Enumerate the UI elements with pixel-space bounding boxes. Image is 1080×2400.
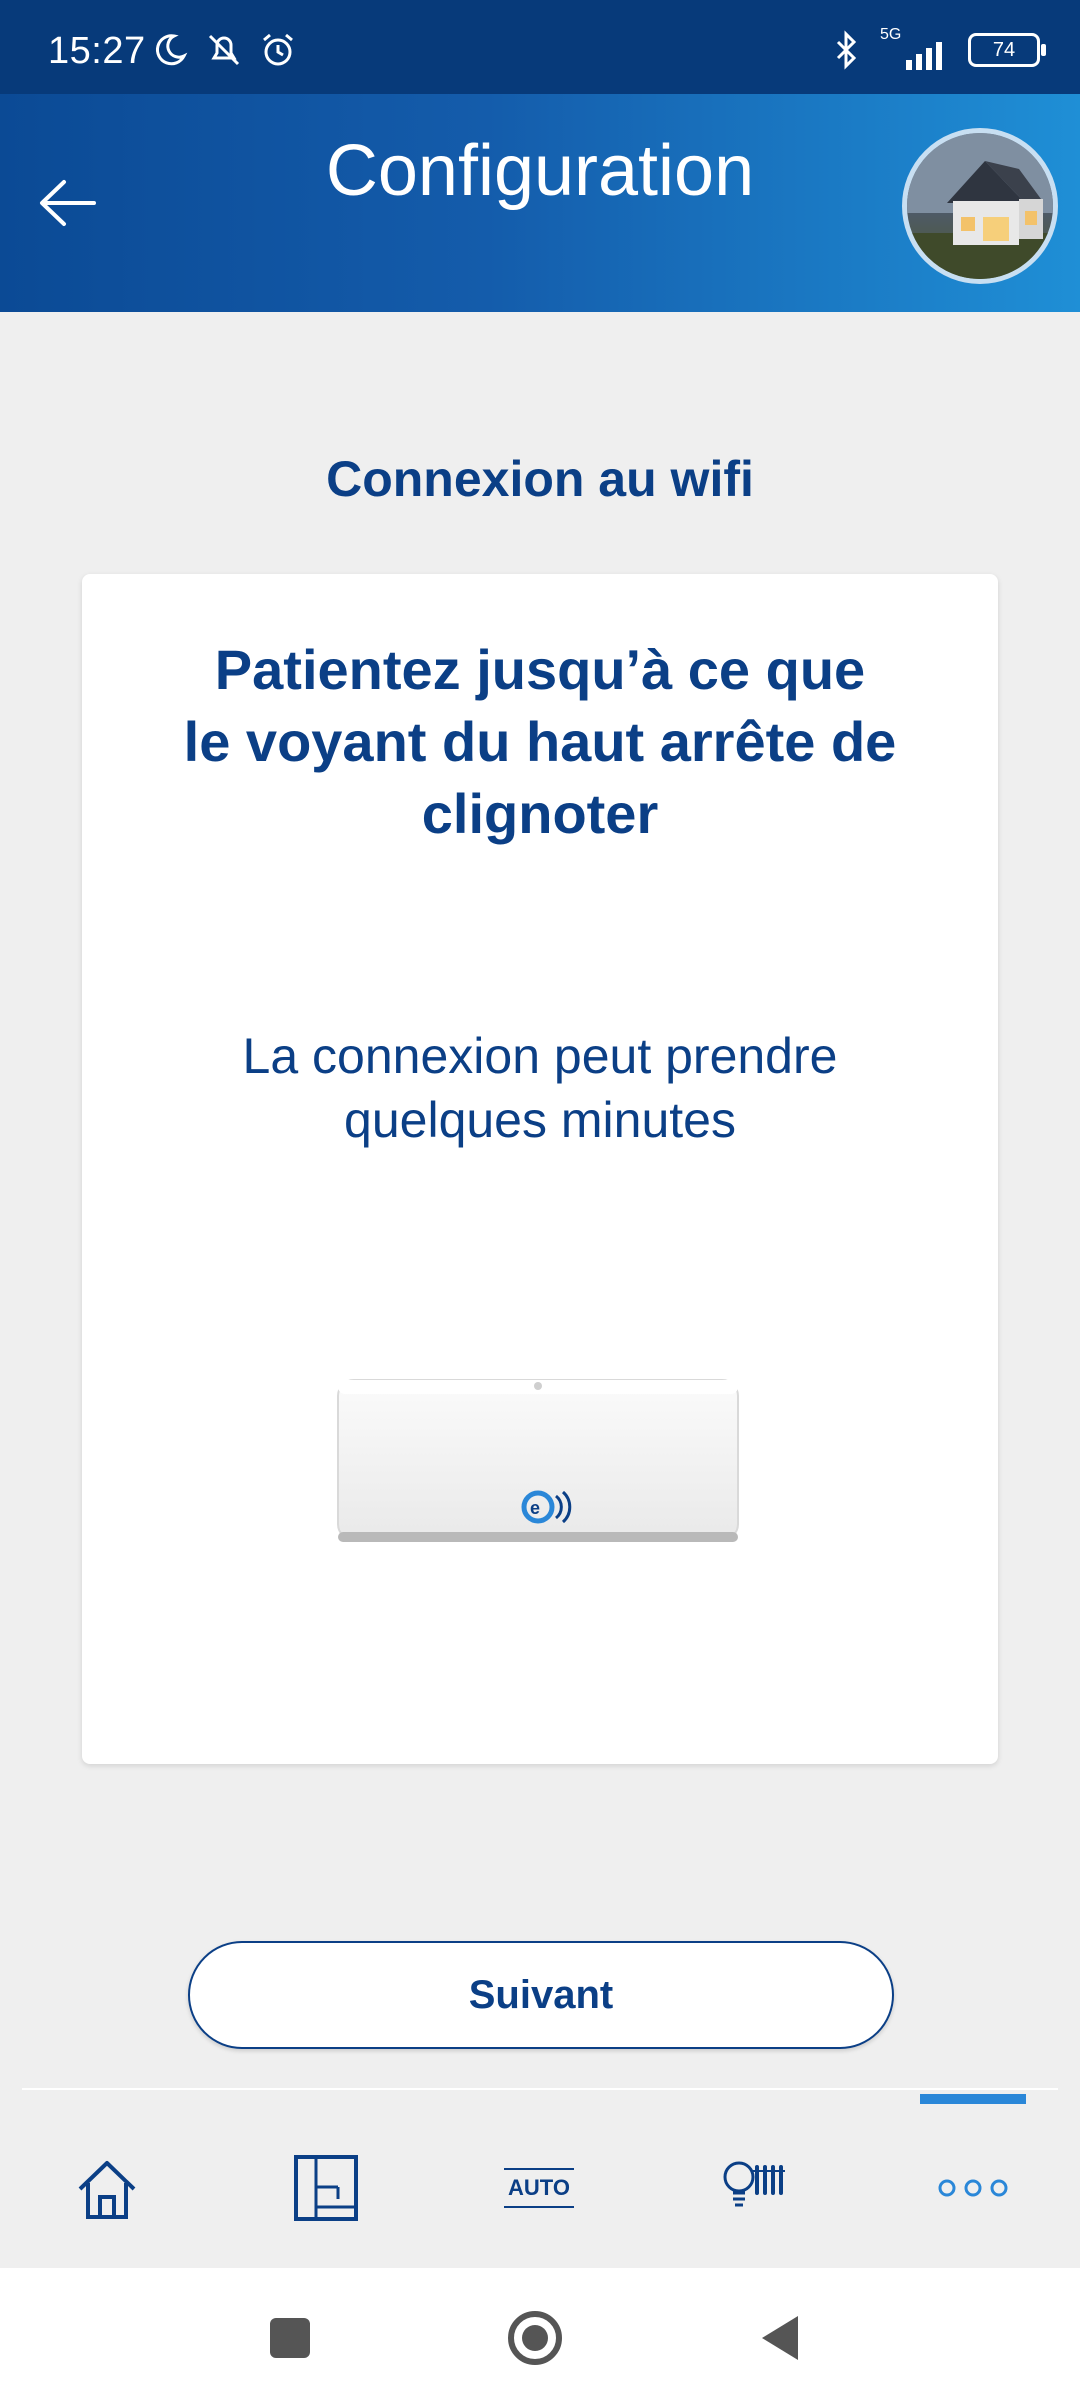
- bluetooth-icon: [836, 30, 857, 70]
- status-bar: 15:27 5G 74: [0, 0, 1080, 94]
- wifi-box-device-image: e: [337, 1379, 739, 1542]
- back-triangle-icon[interactable]: [752, 2308, 812, 2368]
- active-tab-indicator: [920, 2094, 1026, 2104]
- alarm-clock-icon: [263, 33, 293, 66]
- nav-floorplan[interactable]: [280, 2148, 370, 2228]
- signal-5g-indicator: 5G: [880, 26, 950, 70]
- status-time: 15:27: [48, 30, 146, 72]
- recents-square-icon[interactable]: [260, 2308, 320, 2368]
- system-nav-bar: [0, 2268, 1080, 2400]
- nav-more[interactable]: [928, 2148, 1018, 2228]
- signal-bars-icon: [906, 42, 942, 70]
- lighting-heating-icon: [723, 2161, 785, 2207]
- home-circle-icon[interactable]: [505, 2308, 565, 2368]
- card-headline: Patientez jusqu’à ce que le voyant du ha…: [183, 638, 897, 845]
- svg-text:e: e: [530, 1498, 540, 1518]
- app-bar: Configuration: [0, 94, 1080, 312]
- battery-icon: 74: [968, 33, 1046, 67]
- status-icons-right: 5G 74: [832, 26, 1046, 70]
- nav-auto[interactable]: AUTO: [494, 2148, 584, 2228]
- section-title: Connexion au wifi: [326, 451, 754, 507]
- nav-divider: [22, 2088, 1058, 2090]
- floorplan-icon: [294, 2155, 358, 2221]
- bottom-nav: AUTO: [0, 2110, 1080, 2260]
- instruction-card: Patientez jusqu’à ce que le voyant du ha…: [82, 574, 998, 1764]
- muted-bell-icon: [208, 34, 240, 66]
- network-type-label: 5G: [880, 26, 902, 43]
- next-button[interactable]: Suivant: [188, 1941, 894, 2049]
- status-icons-left: [150, 30, 298, 70]
- nav-home[interactable]: [62, 2148, 152, 2228]
- more-icon: [938, 2179, 1008, 2197]
- card-subtext: La connexion peut prendre quelques minut…: [242, 1028, 838, 1148]
- home-icon: [78, 2161, 136, 2219]
- do-not-disturb-moon-icon: [155, 34, 188, 66]
- nav-devices[interactable]: [712, 2148, 802, 2228]
- home-avatar[interactable]: [902, 128, 1058, 284]
- auto-icon: AUTO: [504, 2168, 574, 2208]
- house-photo-icon: [907, 133, 1053, 279]
